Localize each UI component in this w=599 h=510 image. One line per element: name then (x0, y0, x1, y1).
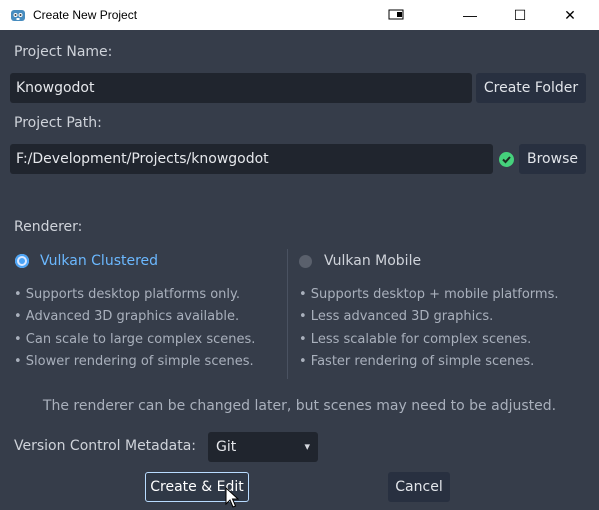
window-titlebar: Create New Project — ☐ ✕ (0, 0, 599, 30)
renderer-label: Renderer: (14, 219, 83, 235)
vcs-select[interactable]: Git ▾ (208, 432, 318, 462)
mobile-feature-2: • Less advanced 3D graphics. (299, 309, 494, 324)
clustered-feature-2: • Advanced 3D graphics available. (14, 309, 240, 324)
clustered-feature-4: • Slower rendering of simple scenes. (14, 354, 254, 369)
mobile-feature-1: • Supports desktop + mobile platforms. (299, 287, 559, 302)
renderer-note: The renderer can be changed later, but s… (42, 398, 557, 414)
mouse-cursor-icon (225, 487, 239, 508)
project-name-label: Project Name: (14, 44, 113, 60)
vulkan-clustered-radio[interactable] (15, 254, 29, 268)
vcs-label: Version Control Metadata: (14, 438, 196, 454)
godot-app-icon (11, 10, 25, 21)
maximize-button[interactable]: ☐ (497, 0, 543, 30)
path-valid-check-icon (499, 152, 514, 167)
cancel-button[interactable]: Cancel (388, 472, 450, 502)
mobile-feature-3: • Less scalable for complex scenes. (299, 332, 532, 347)
mobile-feature-4: • Faster rendering of simple scenes. (299, 354, 535, 369)
window-title: Create New Project (33, 8, 138, 22)
chevron-down-icon: ▾ (304, 440, 310, 453)
create-folder-button[interactable]: Create Folder (476, 73, 586, 103)
vulkan-mobile-radio[interactable] (299, 255, 312, 268)
renderer-divider (287, 249, 288, 379)
minimize-button[interactable]: — (447, 0, 493, 30)
vcs-selected-value: Git (216, 439, 237, 455)
project-path-input[interactable]: F:/Development/Projects/knowgodot (10, 144, 493, 174)
project-path-label: Project Path: (14, 115, 102, 131)
screen-cast-icon[interactable] (373, 0, 419, 30)
vulkan-mobile-label[interactable]: Vulkan Mobile (324, 253, 421, 269)
display-icon (388, 9, 404, 20)
clustered-feature-1: • Supports desktop platforms only. (14, 287, 241, 302)
clustered-feature-3: • Can scale to large complex scenes. (14, 332, 256, 347)
project-name-input[interactable]: Knowgodot (10, 73, 472, 103)
close-button[interactable]: ✕ (547, 0, 593, 30)
browse-button[interactable]: Browse (519, 144, 586, 174)
vulkan-clustered-label[interactable]: Vulkan Clustered (40, 253, 158, 269)
